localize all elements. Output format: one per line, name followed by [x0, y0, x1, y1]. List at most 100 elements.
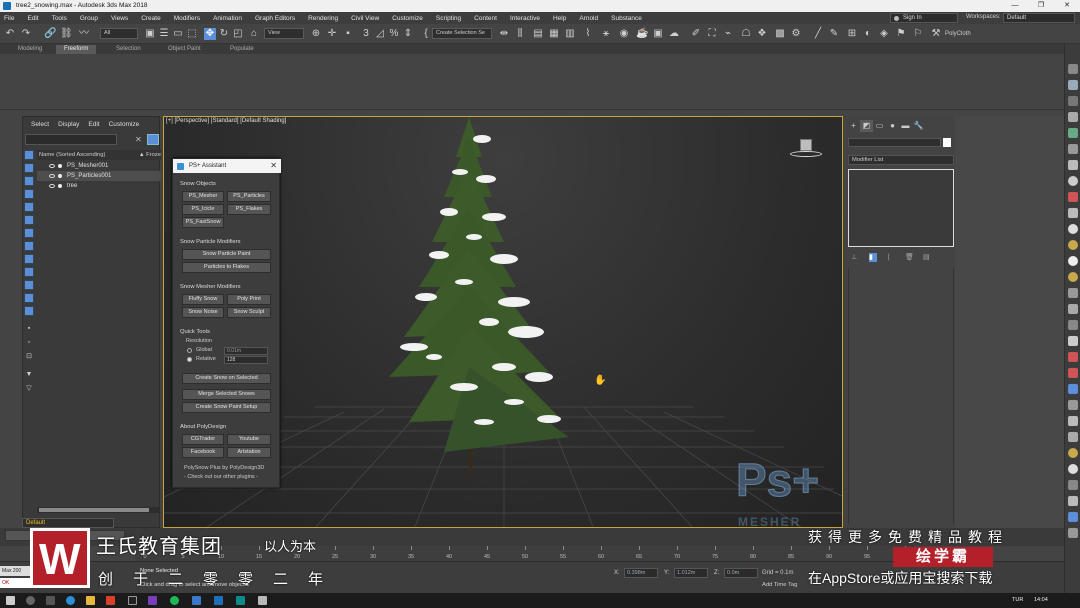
filter-spacewarps-icon[interactable] [24, 228, 34, 238]
se-menu-edit[interactable]: Edit [88, 121, 99, 128]
filter-last-icon[interactable]: ▪ [24, 324, 34, 334]
se-menu-select[interactable]: Select [31, 121, 49, 128]
netflix-icon[interactable] [128, 596, 137, 605]
eye-icon[interactable] [49, 184, 55, 188]
display-tab-icon[interactable]: ▬ [899, 120, 912, 132]
tab-populate[interactable]: Populate [222, 45, 262, 54]
se-menu-customize[interactable]: Customize [109, 121, 140, 128]
shelf-icon-30[interactable] [1068, 528, 1078, 538]
snow-noise-button[interactable]: Snow Noise [182, 307, 224, 318]
modifier-stack[interactable] [848, 169, 954, 247]
clear-search-icon[interactable]: ✕ [135, 135, 142, 144]
create-tab-icon[interactable]: + [847, 120, 860, 132]
shelf-icon-23[interactable] [1068, 416, 1078, 426]
poly-print-button[interactable]: Poly Print [227, 294, 271, 305]
search-icon[interactable] [26, 596, 35, 605]
utilities-tab-icon[interactable]: 🔧 [912, 120, 925, 132]
filter-hidden-icon[interactable] [24, 306, 34, 316]
filter-shapes-icon[interactable] [24, 176, 34, 186]
menu-create[interactable]: Create [141, 15, 161, 22]
shelf-icon-20[interactable] [1068, 368, 1078, 378]
workspace-select[interactable]: Default [1003, 13, 1075, 23]
object-name-input[interactable] [848, 138, 941, 147]
visual-studio-icon[interactable] [148, 596, 157, 605]
modify-tab-icon[interactable]: ◩ [860, 120, 873, 132]
align-icon[interactable]: ⫼ [514, 28, 526, 40]
undo-icon[interactable]: ↶ [4, 28, 16, 40]
bind-space-warp-icon[interactable]: 〰 [78, 28, 90, 40]
snow-particle-paint-button[interactable]: Snow Particle Paint [182, 249, 271, 260]
shelf-icon-4[interactable] [1068, 112, 1078, 122]
spotify-icon[interactable] [170, 596, 179, 605]
close-icon[interactable]: ✕ [270, 159, 277, 173]
track-bar[interactable]: 0510152025303540455055606570758085909510… [135, 546, 915, 561]
funnel-alt-icon[interactable]: ▽ [24, 384, 34, 394]
z-coord-field[interactable]: 0.0m [724, 568, 758, 578]
hierarchy-tab-icon[interactable]: ▭ [873, 120, 886, 132]
youtube-button[interactable]: Youtube [227, 434, 271, 445]
filter-geometry-icon[interactable] [24, 163, 34, 173]
create-snow-on-selected-button[interactable]: Create Snow on Selected [182, 373, 271, 384]
x-coord-field[interactable]: 0.398m [624, 568, 658, 578]
task-view-icon[interactable] [46, 596, 55, 605]
filter-cameras-icon[interactable] [24, 202, 34, 212]
menu-rendering[interactable]: Rendering [308, 15, 338, 22]
unlink-icon[interactable]: ⛓ [60, 28, 73, 40]
ps-icicle-button[interactable]: PS_Icicle [182, 204, 224, 215]
menu-file[interactable]: File [4, 15, 14, 22]
add-time-tag[interactable]: Add Time Tag [762, 582, 797, 588]
eye-icon[interactable] [49, 164, 55, 168]
ps-assistant-titlebar[interactable]: PS+ Assistant ✕ [173, 159, 281, 173]
angle-snap-icon[interactable]: ◿ [374, 28, 386, 40]
shelf-icon-28[interactable] [1068, 496, 1078, 506]
shelf-icon-7[interactable] [1068, 160, 1078, 170]
select-rotate-icon[interactable]: ↻ [218, 28, 230, 40]
toolbar-icon-m[interactable]: ⚑ [895, 28, 907, 40]
relative-radio[interactable] [187, 357, 192, 362]
menu-civil-view[interactable]: Civil View [351, 15, 379, 22]
viewport-label[interactable]: [+] [Perspective] [Standard] [Default Sh… [166, 118, 286, 124]
rect-selection-icon[interactable]: ▭ [172, 28, 184, 40]
toolbar-icon-j[interactable]: ⊞ [846, 28, 858, 40]
toolbar-icon-l[interactable]: ◈ [878, 28, 890, 40]
menu-substance[interactable]: Substance [611, 15, 642, 22]
y-coord-field[interactable]: 1.012m [674, 568, 708, 578]
display-all-icon[interactable] [24, 150, 34, 160]
se-menu-display[interactable]: Display [58, 121, 79, 128]
ps-fastsnow-button[interactable]: PS_FastSnow [182, 217, 224, 228]
maxscript-listener-top[interactable]: Max 200 [0, 566, 30, 576]
layer-explorer-icon[interactable]: ▦ [548, 28, 560, 40]
toolbar-icon-n[interactable]: ⚐ [912, 28, 924, 40]
menu-edit[interactable]: Edit [27, 15, 38, 22]
filter-bones-icon[interactable] [24, 267, 34, 277]
object-color-swatch[interactable] [943, 138, 951, 147]
horizontal-scrollbar[interactable] [37, 507, 159, 513]
material-editor-icon[interactable]: ◉ [618, 28, 630, 40]
mirror-icon[interactable]: ⇹ [498, 28, 510, 40]
shelf-icon-21[interactable] [1068, 384, 1078, 394]
filter-xrefs-icon[interactable] [24, 254, 34, 264]
cgtrader-button[interactable]: CGTrader [182, 434, 224, 445]
3dsmax-taskbar-icon[interactable] [236, 596, 245, 605]
artstation-button[interactable]: Artstation [227, 447, 271, 458]
menu-animation[interactable]: Animation [213, 15, 242, 22]
merge-selected-snows-button[interactable]: Merge Selected Snows [182, 389, 271, 400]
shelf-icon-16[interactable] [1068, 304, 1078, 314]
viewcube-compass[interactable] [790, 151, 822, 157]
global-resolution-input[interactable]: 0.01m [224, 347, 268, 355]
configure-sets-icon[interactable]: ▤ [923, 253, 931, 262]
motion-tab-icon[interactable]: ● [886, 120, 899, 132]
select-move-icon[interactable]: ✥ [204, 28, 216, 40]
pivot-center-icon[interactable]: ⊕ [310, 28, 322, 40]
frozen-column-label[interactable]: ▲ Froze [139, 150, 161, 160]
curve-editor-icon[interactable]: ⌇ [582, 28, 594, 40]
app-icon-a[interactable] [192, 596, 201, 605]
filter-helpers-icon[interactable] [24, 215, 34, 225]
pin-stack-icon[interactable]: ⊥ [851, 253, 859, 262]
particles-to-flakes-button[interactable]: Particles to Flakes [182, 262, 271, 273]
edge-icon[interactable] [66, 596, 75, 605]
polycloth-label[interactable]: PolyCloth [945, 31, 971, 37]
select-all-icon[interactable]: ▫ [24, 338, 34, 348]
scene-row[interactable]: tree [37, 181, 161, 191]
fluffy-snow-button[interactable]: Fluffy Snow [182, 294, 224, 305]
